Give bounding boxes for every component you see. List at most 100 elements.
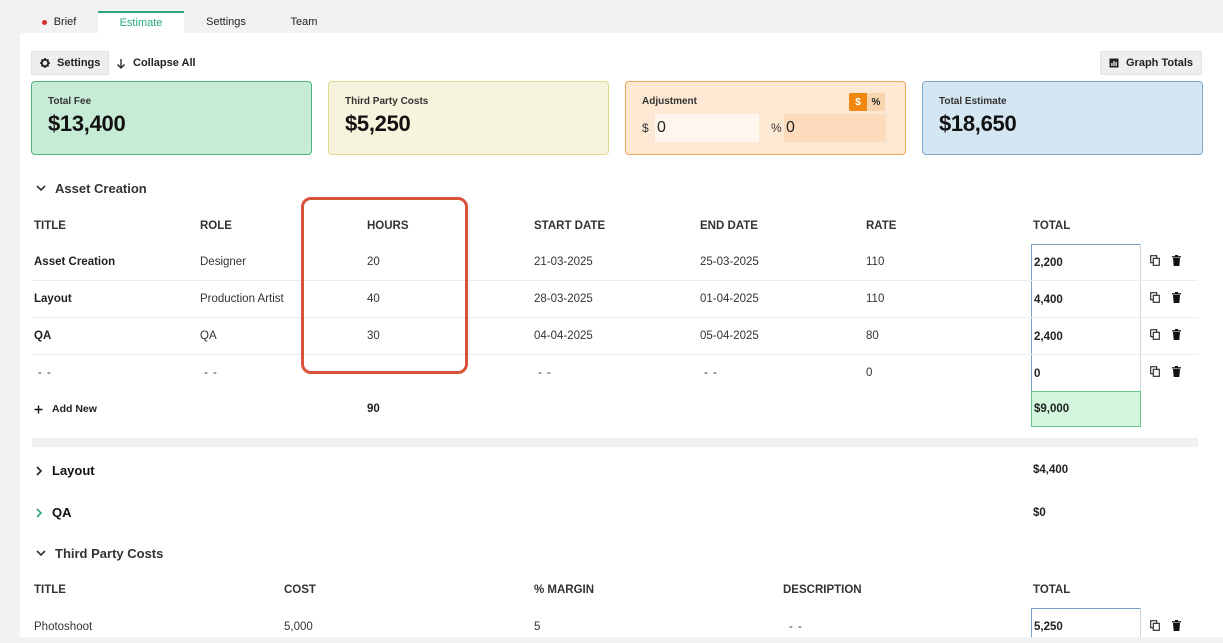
- row-title[interactable]: Asset Creation: [34, 256, 115, 268]
- col-header-cost: COST: [284, 584, 316, 596]
- col-header-title: TITLE: [34, 584, 66, 596]
- row-end-date[interactable]: 01-04-2025: [700, 293, 759, 305]
- tab-team[interactable]: Team: [268, 11, 340, 33]
- add-new-button[interactable]: Add New: [34, 403, 97, 415]
- col-header-total: TOTAL: [1033, 584, 1071, 596]
- copy-icon[interactable]: [1150, 292, 1160, 303]
- settings-button[interactable]: Settings: [31, 51, 110, 75]
- row-total[interactable]: 2,400: [1031, 318, 1141, 355]
- row-rate[interactable]: 80: [866, 330, 879, 342]
- row-end-date[interactable]: 25-03-2025: [700, 256, 759, 268]
- hours-column-highlight: [301, 197, 468, 374]
- row-end-date[interactable]: 05-04-2025: [700, 330, 759, 342]
- section-divider: [32, 438, 1198, 447]
- adjustment-percent-toggle[interactable]: %: [867, 93, 885, 111]
- row-title[interactable]: Photoshoot: [34, 621, 92, 633]
- row-start-date[interactable]: 21-03-2025: [534, 256, 593, 268]
- row-rate[interactable]: 110: [866, 293, 884, 305]
- row-role[interactable]: Designer: [200, 256, 246, 268]
- total-estimate-card: Total Estimate $18,650: [922, 81, 1203, 155]
- row-divider: [32, 317, 1198, 318]
- col-header-description: DESCRIPTION: [783, 584, 862, 596]
- collapse-all-label: Collapse All: [133, 57, 196, 69]
- col-header-title: TITLE: [34, 220, 66, 232]
- row-total[interactable]: 5,250: [1031, 608, 1141, 637]
- tab-brief-label: Brief: [53, 16, 77, 28]
- gear-icon: [40, 58, 50, 68]
- col-header-end-date: END DATE: [700, 220, 758, 232]
- total-fee-card: Total Fee $13,400: [31, 81, 312, 155]
- row-role[interactable]: - -: [204, 367, 218, 379]
- third-party-costs-label: Third Party Costs: [345, 96, 429, 107]
- row-rate[interactable]: 0: [866, 367, 872, 379]
- row-description[interactable]: - -: [789, 621, 803, 633]
- tab-estimate[interactable]: Estimate: [98, 11, 184, 33]
- row-divider: [32, 354, 1198, 355]
- row-total[interactable]: 4,400: [1031, 281, 1141, 318]
- total-estimate-value: $18,650: [939, 111, 1017, 136]
- adjustment-dollar-input[interactable]: 0: [655, 114, 759, 142]
- third-party-costs-section-header[interactable]: Third Party Costs: [36, 546, 163, 561]
- row-cost[interactable]: 5,000: [284, 621, 313, 633]
- copy-icon[interactable]: [1150, 255, 1160, 266]
- tab-settings-label: Settings: [206, 16, 246, 28]
- layout-section-header[interactable]: Layout: [36, 463, 95, 478]
- row-total[interactable]: 0: [1031, 355, 1141, 392]
- settings-button-label: Settings: [57, 57, 101, 69]
- tab-bar: Brief Estimate Settings Team: [20, 11, 340, 33]
- status-dot-icon: [41, 19, 47, 25]
- total-estimate-label: Total Estimate: [939, 96, 1007, 107]
- row-title[interactable]: - -: [38, 367, 52, 379]
- row-start-date[interactable]: 04-04-2025: [534, 330, 593, 342]
- trash-icon[interactable]: [1172, 255, 1181, 266]
- adjustment-percent-input[interactable]: 0: [784, 114, 886, 142]
- adjustment-inputs: $ 0 % 0: [642, 114, 886, 142]
- row-rate[interactable]: 110: [866, 256, 884, 268]
- graph-totals-button[interactable]: Graph Totals: [1100, 51, 1203, 75]
- row-margin[interactable]: 5: [534, 621, 540, 633]
- row-end-date[interactable]: - -: [704, 367, 718, 379]
- copy-icon[interactable]: [1150, 620, 1160, 631]
- row-total[interactable]: 2,200: [1031, 244, 1141, 281]
- asset-creation-section-header[interactable]: Asset Creation: [36, 181, 147, 196]
- row-start-date[interactable]: 28-03-2025: [534, 293, 593, 305]
- copy-icon[interactable]: [1150, 329, 1160, 340]
- chevron-down-icon: [36, 550, 46, 557]
- third-party-costs-card: Third Party Costs $5,250: [328, 81, 609, 155]
- dollar-symbol: $: [642, 121, 649, 135]
- section-total-sum: $9,000: [1031, 391, 1141, 427]
- percent-symbol: %: [771, 121, 782, 135]
- arrow-down-icon: [117, 58, 125, 69]
- row-actions: [1150, 620, 1181, 631]
- row-actions: [1150, 255, 1181, 266]
- plus-icon: [34, 405, 43, 413]
- row-role[interactable]: Production Artist: [200, 293, 284, 305]
- hours-sum: 90: [367, 403, 380, 415]
- qa-section-total: $0: [1033, 507, 1046, 519]
- trash-icon[interactable]: [1172, 292, 1181, 303]
- chevron-right-icon: [36, 465, 43, 476]
- row-actions: [1150, 329, 1181, 340]
- trash-icon[interactable]: [1172, 366, 1181, 377]
- row-start-date[interactable]: - -: [538, 367, 552, 379]
- row-title[interactable]: Layout: [34, 293, 72, 305]
- section-title: QA: [52, 505, 72, 520]
- trash-icon[interactable]: [1172, 620, 1181, 631]
- estimate-panel: Settings Collapse All Graph Totals Total…: [20, 33, 1223, 637]
- chart-icon: [1109, 58, 1119, 68]
- copy-icon[interactable]: [1150, 366, 1160, 377]
- row-title[interactable]: QA: [34, 330, 51, 342]
- trash-icon[interactable]: [1172, 329, 1181, 340]
- collapse-all-button[interactable]: Collapse All: [108, 51, 204, 75]
- tab-settings[interactable]: Settings: [184, 11, 268, 33]
- chevron-down-icon: [36, 185, 46, 192]
- qa-section-header[interactable]: QA: [36, 505, 72, 520]
- chevron-right-icon: [36, 507, 43, 518]
- col-header-total: TOTAL: [1033, 220, 1071, 232]
- tab-team-label: Team: [290, 16, 318, 28]
- section-title: Third Party Costs: [55, 546, 164, 561]
- tab-brief[interactable]: Brief: [20, 11, 98, 33]
- row-role[interactable]: QA: [200, 330, 217, 342]
- section-title: Asset Creation: [55, 181, 147, 196]
- adjustment-dollar-toggle[interactable]: $: [849, 93, 867, 111]
